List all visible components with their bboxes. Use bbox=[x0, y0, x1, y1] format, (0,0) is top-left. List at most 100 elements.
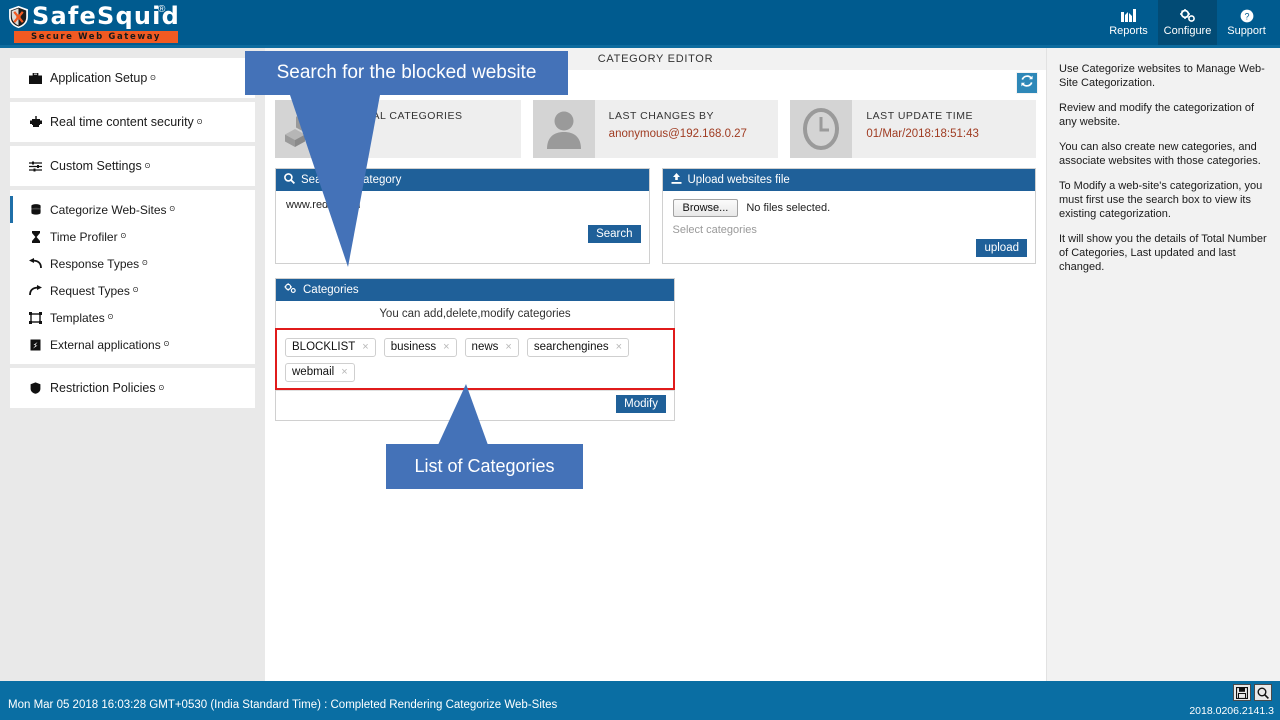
nav-label-configure: Configure bbox=[1163, 25, 1212, 37]
categories-tag-list[interactable]: BLOCKLIST × business × news × searchengi… bbox=[275, 328, 675, 390]
sidebar-label-time-profiler: Time Profiler bbox=[50, 229, 118, 244]
info-icon[interactable]: ʘ bbox=[170, 206, 175, 213]
info-icon[interactable]: ʘ bbox=[145, 163, 150, 170]
category-tag[interactable]: BLOCKLIST × bbox=[285, 338, 376, 357]
sidebar-item-templates[interactable]: Templates ʘ bbox=[10, 304, 255, 331]
logo[interactable]: SafeSquid ® Secure Web Gateway bbox=[6, 2, 181, 44]
version-label: 2018.0206.2141.3 bbox=[1189, 705, 1274, 717]
info-icon[interactable]: ʘ bbox=[133, 287, 138, 294]
upload-websites-panel: Upload websites file Browse... No files … bbox=[661, 168, 1036, 264]
modify-button[interactable]: Modify bbox=[616, 395, 666, 413]
sidebar-item-real-time-content-security[interactable]: Real time content security ʘ bbox=[10, 102, 255, 142]
annotation-pointer bbox=[438, 384, 488, 445]
arrow-back-icon bbox=[27, 258, 44, 269]
upload-icon bbox=[671, 173, 682, 187]
stat-value-last-update-time: 01/Mar/2018:18:51:43 bbox=[866, 128, 979, 140]
sidebar-item-custom-settings[interactable]: Custom Settings ʘ bbox=[10, 146, 255, 186]
close-icon[interactable]: × bbox=[505, 341, 511, 353]
upload-panel-body: Browse... No files selected. Select cate… bbox=[663, 191, 1036, 263]
footer-icon-group bbox=[1233, 684, 1272, 701]
info-icon[interactable]: ʘ bbox=[159, 385, 164, 392]
sidebar-label-categorize-web-sites: Categorize Web-Sites bbox=[50, 202, 167, 217]
sidebar-item-response-types[interactable]: Response Types ʘ bbox=[10, 250, 255, 277]
sidebar-group-3: Custom Settings ʘ bbox=[10, 146, 255, 186]
sidebar-item-time-profiler[interactable]: Time Profiler ʘ bbox=[10, 223, 255, 250]
close-icon[interactable]: × bbox=[341, 366, 347, 378]
info-icon[interactable]: ʘ bbox=[121, 233, 126, 240]
stats-cards: TOTAL CATEGORIES 0 LAST CHANGES BY anony… bbox=[265, 100, 1046, 158]
sidebar-item-application-setup[interactable]: Application Setup ʘ bbox=[10, 58, 255, 98]
shield-icon bbox=[9, 5, 28, 29]
info-icon[interactable]: ʘ bbox=[150, 75, 155, 82]
gears-icon bbox=[284, 283, 297, 297]
sidebar-group-1: Application Setup ʘ bbox=[10, 58, 255, 98]
info-icon[interactable]: ʘ bbox=[197, 119, 202, 126]
page-title: CATEGORY EDITOR bbox=[597, 53, 714, 65]
clock-icon bbox=[790, 100, 853, 158]
sidebar-group-4: Categorize Web-Sites ʘ Time Profiler ʘ R… bbox=[10, 190, 255, 364]
sidebar-label-custom-settings: Custom Settings bbox=[50, 159, 142, 173]
stat-body: LAST UPDATE TIME 01/Mar/2018:18:51:43 bbox=[852, 100, 1036, 158]
stat-card-last-changes-by: LAST CHANGES BY anonymous@192.168.0.27 bbox=[532, 100, 779, 158]
nav-item-configure[interactable]: Configure bbox=[1158, 0, 1217, 45]
app-root: SafeSquid ® Secure Web Gateway Reports C… bbox=[0, 0, 1280, 720]
sidebar-label-real-time-content-security: Real time content security bbox=[50, 115, 194, 129]
nav-label-reports: Reports bbox=[1109, 25, 1148, 37]
browse-button[interactable]: Browse... bbox=[672, 199, 739, 217]
shield-icon bbox=[27, 382, 44, 394]
category-tag[interactable]: news × bbox=[464, 338, 519, 357]
sidebar-group-5: Restriction Policies ʘ bbox=[10, 368, 255, 408]
sidebar-label-external-applications: External applications bbox=[50, 337, 161, 352]
logo-tagline: Secure Web Gateway bbox=[14, 31, 178, 43]
refresh-button[interactable] bbox=[1016, 72, 1038, 94]
sidebar: Application Setup ʘ Real time content se… bbox=[0, 48, 265, 681]
info-icon[interactable]: ʘ bbox=[164, 341, 169, 348]
sidebar-item-external-applications[interactable]: External applications ʘ bbox=[10, 331, 255, 358]
arrow-forward-icon bbox=[27, 285, 44, 296]
nav-item-support[interactable]: ? Support bbox=[1217, 0, 1276, 45]
sidebar-item-restriction-policies[interactable]: Restriction Policies ʘ bbox=[10, 368, 255, 408]
close-icon[interactable]: × bbox=[616, 341, 622, 353]
help-panel: Use Categorize websites to Manage Web-Si… bbox=[1046, 48, 1280, 681]
search-button[interactable]: Search bbox=[588, 225, 641, 243]
sidebar-label-response-types: Response Types bbox=[50, 256, 140, 271]
select-categories-input[interactable]: Select categories bbox=[673, 224, 1026, 236]
help-paragraph: Review and modify the categorization of … bbox=[1059, 102, 1255, 128]
main-content: CATEGORY EDITOR TOTAL CATEGORIES LAST CH… bbox=[265, 48, 1046, 681]
sidebar-label-application-setup: Application Setup bbox=[50, 71, 148, 85]
annotation-pointer bbox=[290, 95, 380, 267]
status-message: Mon Mar 05 2018 16:03:28 GMT+0530 (India… bbox=[8, 699, 558, 711]
briefcase-icon bbox=[27, 72, 44, 84]
category-tag[interactable]: webmail × bbox=[285, 363, 355, 382]
sidebar-item-categorize-web-sites[interactable]: Categorize Web-Sites ʘ bbox=[10, 196, 255, 223]
help-paragraph: To Modify a web-site's categorization, y… bbox=[1059, 180, 1263, 220]
stat-body: LAST CHANGES BY anonymous@192.168.0.27 bbox=[595, 100, 779, 158]
nav-label-support: Support bbox=[1227, 25, 1266, 37]
category-tag[interactable]: searchengines × bbox=[526, 338, 630, 357]
sidebar-label-request-types: Request Types bbox=[50, 283, 130, 298]
category-tag-label: BLOCKLIST bbox=[292, 341, 356, 353]
close-icon[interactable]: × bbox=[443, 341, 449, 353]
save-icon[interactable] bbox=[1233, 684, 1251, 701]
categories-panel-title: Categories bbox=[303, 284, 359, 296]
sidebar-label-restriction-policies: Restriction Policies bbox=[50, 381, 156, 395]
category-tag-label: searchengines bbox=[533, 341, 609, 353]
close-icon[interactable]: × bbox=[362, 341, 368, 353]
category-tag[interactable]: business × bbox=[383, 338, 457, 357]
sidebar-group-2: Real time content security ʘ bbox=[10, 102, 255, 142]
sidebar-item-request-types[interactable]: Request Types ʘ bbox=[10, 277, 255, 304]
logo-registered-mark: ® bbox=[158, 4, 166, 15]
info-icon[interactable]: ʘ bbox=[142, 260, 147, 267]
sidebar-label-templates: Templates bbox=[50, 310, 105, 325]
info-icon[interactable]: ʘ bbox=[108, 314, 113, 321]
upload-panel-title: Upload websites file bbox=[687, 174, 790, 186]
upload-button[interactable]: upload bbox=[976, 239, 1027, 257]
upload-panel-header: Upload websites file bbox=[662, 169, 1035, 191]
refresh-icon bbox=[1020, 74, 1034, 93]
nav-item-reports[interactable]: Reports bbox=[1099, 0, 1158, 45]
help-paragraph: It will show you the details of Total Nu… bbox=[1059, 233, 1267, 273]
panels-row: Search for category www.rediff.com Searc… bbox=[265, 158, 1046, 264]
gears-icon bbox=[1179, 8, 1196, 23]
status-bar: Mon Mar 05 2018 16:03:28 GMT+0530 (India… bbox=[0, 681, 1280, 720]
search-icon[interactable] bbox=[1254, 684, 1272, 701]
